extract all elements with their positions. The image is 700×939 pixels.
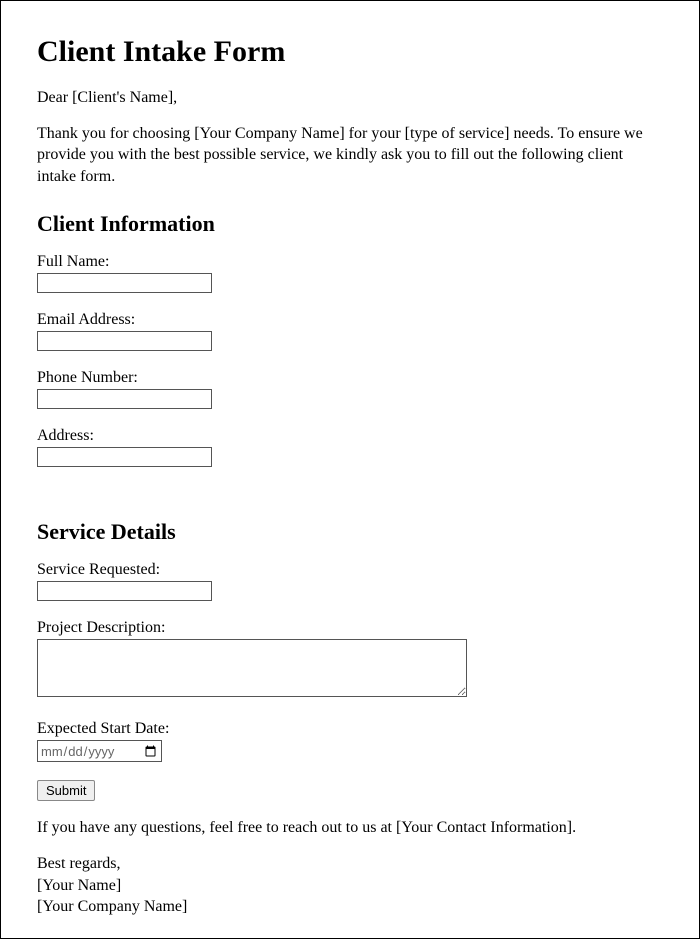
closing-regards: Best regards, xyxy=(37,853,663,875)
email-label: Email Address: xyxy=(37,311,663,329)
address-field: Address: xyxy=(37,427,663,467)
address-input[interactable] xyxy=(37,447,212,467)
intro-paragraph: Thank you for choosing [Your Company Nam… xyxy=(37,123,663,188)
form-page: Client Intake Form Dear [Client's Name],… xyxy=(0,0,700,939)
phone-field: Phone Number: xyxy=(37,369,663,409)
phone-label: Phone Number: xyxy=(37,369,663,387)
client-info-heading: Client Information xyxy=(37,211,663,237)
service-details-heading: Service Details xyxy=(37,519,663,545)
phone-input[interactable] xyxy=(37,389,212,409)
service-requested-label: Service Requested: xyxy=(37,561,663,579)
email-field: Email Address: xyxy=(37,311,663,351)
full-name-input[interactable] xyxy=(37,273,212,293)
service-requested-input[interactable] xyxy=(37,581,212,601)
closing-name: [Your Name] xyxy=(37,875,663,897)
start-date-input[interactable] xyxy=(37,740,162,762)
project-description-input[interactable] xyxy=(37,639,467,697)
start-date-label: Expected Start Date: xyxy=(37,720,663,738)
project-description-field: Project Description: xyxy=(37,619,663,702)
full-name-label: Full Name: xyxy=(37,253,663,271)
address-label: Address: xyxy=(37,427,663,445)
closing-company: [Your Company Name] xyxy=(37,896,663,918)
page-title: Client Intake Form xyxy=(37,35,663,69)
start-date-field: Expected Start Date: xyxy=(37,720,663,762)
full-name-field: Full Name: xyxy=(37,253,663,293)
submit-button[interactable]: Submit xyxy=(37,780,95,801)
email-input[interactable] xyxy=(37,331,212,351)
greeting-text: Dear [Client's Name], xyxy=(37,87,663,109)
closing-block: Best regards, [Your Name] [Your Company … xyxy=(37,853,663,918)
footer-note: If you have any questions, feel free to … xyxy=(37,817,663,839)
project-description-label: Project Description: xyxy=(37,619,663,637)
service-requested-field: Service Requested: xyxy=(37,561,663,601)
